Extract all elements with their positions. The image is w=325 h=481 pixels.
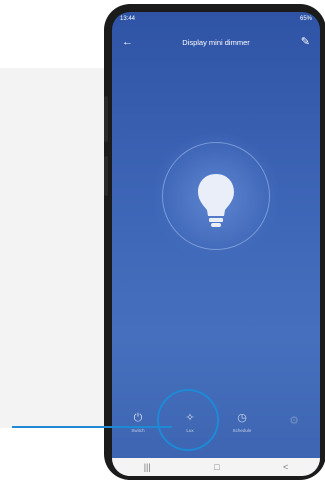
system-nav-bar: ||| □ < (112, 458, 320, 476)
settings-icon: ⚙ (289, 414, 299, 427)
tab-settings[interactable]: ⚙ (272, 414, 316, 431)
status-time: 13:44 (120, 16, 136, 22)
power-button (104, 156, 108, 196)
clock-icon: ◷ (237, 412, 247, 424)
callout-line (12, 426, 172, 428)
status-bar: 13:44 65% (112, 12, 320, 26)
background-panel (0, 68, 112, 428)
callout-highlight-ring (157, 389, 219, 451)
pencil-icon[interactable]: ✎ (301, 35, 310, 48)
recent-apps-button[interactable]: ||| (144, 462, 151, 472)
back-button[interactable]: < (283, 462, 288, 472)
tab-label: Switch (131, 428, 145, 433)
tab-label: Schedule (232, 428, 252, 433)
tab-schedule[interactable]: ◷ Schedule (220, 411, 264, 433)
lightbulb-icon[interactable] (196, 172, 236, 230)
power-icon: ⏻ (133, 412, 143, 424)
home-button[interactable]: □ (214, 462, 219, 472)
tab-switch[interactable]: ⏻ Switch (116, 411, 160, 433)
page-title: Display mini dimmer (182, 38, 250, 47)
volume-button (104, 96, 108, 142)
status-battery: 65% (299, 16, 312, 22)
app-header: ← Display mini dimmer ✎ (112, 32, 320, 54)
